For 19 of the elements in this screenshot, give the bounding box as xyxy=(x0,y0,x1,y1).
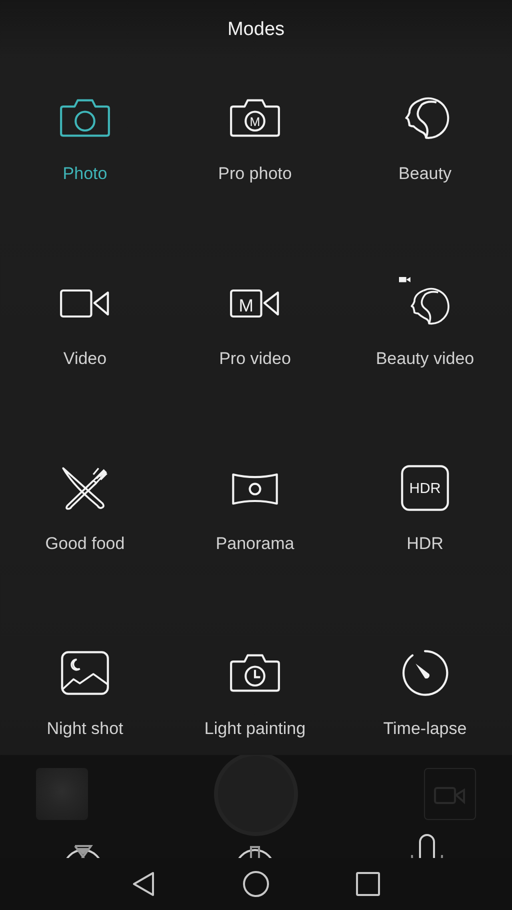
mode-option[interactable]: Photo xyxy=(5,50,165,235)
mode-option[interactable]: Beauty video xyxy=(345,235,505,420)
mode-option[interactable]: M Pro video xyxy=(175,235,335,420)
mode-option[interactable]: Time-lapse xyxy=(345,605,505,755)
hdr-icon: HDR xyxy=(399,462,451,514)
mode-option[interactable]: Light painting xyxy=(175,605,335,755)
mode-option[interactable]: M Pro photo xyxy=(175,50,335,235)
mode-option[interactable]: Night shot xyxy=(5,605,165,755)
mode-option[interactable]: Panorama xyxy=(175,420,335,605)
gallery-thumbnail[interactable] xyxy=(36,768,88,820)
mode-option[interactable]: Video xyxy=(5,235,165,420)
screen-title: Modes xyxy=(227,19,285,41)
recents-icon[interactable] xyxy=(355,871,381,897)
back-icon[interactable] xyxy=(131,870,157,898)
mode-option[interactable]: Good food xyxy=(5,420,165,605)
mode-option[interactable]: HDR HDR xyxy=(345,420,505,605)
home-icon[interactable] xyxy=(242,870,270,898)
mode-option[interactable]: Beauty xyxy=(345,50,505,235)
switch-camera-button[interactable] xyxy=(424,768,476,820)
